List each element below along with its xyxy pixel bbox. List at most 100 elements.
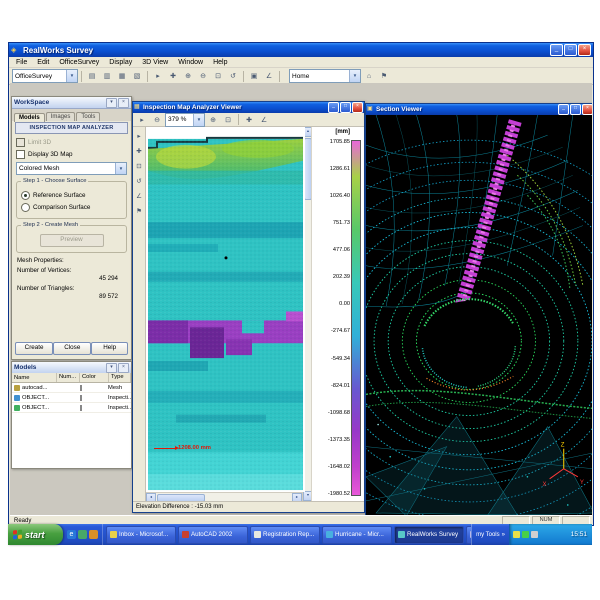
pin-icon[interactable]: ▾ bbox=[106, 363, 117, 373]
flag-icon[interactable]: ⚑ bbox=[377, 69, 391, 83]
task-button-hurricane[interactable]: Hurricane - Micr... bbox=[322, 526, 392, 544]
close-icon[interactable]: × bbox=[118, 363, 129, 373]
close-icon[interactable]: × bbox=[118, 98, 129, 108]
create-button[interactable]: Create bbox=[15, 342, 53, 355]
save-icon[interactable]: ▥ bbox=[100, 69, 114, 83]
column-num[interactable]: Num... bbox=[57, 373, 80, 382]
toolbar-separator bbox=[243, 71, 244, 82]
preview-button[interactable]: Preview bbox=[40, 234, 104, 247]
select-icon[interactable]: ▸ bbox=[133, 129, 146, 142]
task-button-inbox[interactable]: Inbox - Microsof... bbox=[106, 526, 176, 544]
map-side-toolbar: ▸ ✚ ⊡ ↺ ∠ ⚑ bbox=[133, 127, 146, 501]
maximize-icon[interactable]: □ bbox=[564, 44, 577, 56]
grid-icon[interactable]: ▦ bbox=[115, 69, 129, 83]
menu-help[interactable]: Help bbox=[208, 59, 232, 66]
zoom-fit-icon[interactable]: ⊡ bbox=[221, 113, 235, 127]
camera-icon[interactable]: ▣ bbox=[247, 69, 261, 83]
close-icon[interactable]: × bbox=[582, 104, 592, 115]
section-3d-canvas[interactable]: Z X Y bbox=[366, 115, 592, 515]
pan-icon[interactable]: ✚ bbox=[242, 113, 256, 127]
chevron-down-icon[interactable]: ▼ bbox=[115, 163, 126, 174]
measure-icon[interactable]: ∠ bbox=[133, 189, 146, 202]
table-row[interactable]: OBJECT... Inspecti... bbox=[12, 393, 131, 403]
chevron-down-icon[interactable]: ▼ bbox=[193, 114, 204, 126]
column-type[interactable]: Type bbox=[109, 373, 131, 382]
column-color[interactable]: Color bbox=[80, 373, 109, 382]
horizontal-scrollbar[interactable]: ◄ ► bbox=[146, 492, 302, 501]
clock: 15:51 bbox=[571, 531, 589, 538]
select-icon[interactable]: ▸ bbox=[151, 69, 165, 83]
menu-officesurvey[interactable]: OfficeSurvey bbox=[54, 59, 104, 66]
menu-3dview[interactable]: 3D View bbox=[137, 59, 173, 66]
screenshot-canvas: ◈ RealWorks Survey _ □ × File Edit Offic… bbox=[0, 0, 600, 600]
app-titlebar[interactable]: ◈ RealWorks Survey _ □ × bbox=[9, 43, 593, 57]
zoom-combo[interactable]: 379 % ▼ bbox=[165, 113, 205, 127]
tray-network-icon[interactable] bbox=[522, 531, 529, 538]
map-analyzer-titlebar[interactable]: ▦ Inspection Map Analyzer Viewer _ □ × bbox=[133, 102, 364, 113]
display-3d-map-checkbox[interactable] bbox=[16, 150, 25, 159]
comparison-surface-radio[interactable] bbox=[21, 203, 30, 212]
minimize-icon[interactable]: _ bbox=[558, 104, 569, 115]
start-button[interactable]: start bbox=[8, 524, 63, 545]
chevron-down-icon[interactable]: ▼ bbox=[349, 70, 360, 82]
pan-icon[interactable]: ✚ bbox=[166, 69, 180, 83]
mode-combo[interactable]: OfficeSurvey ▼ bbox=[12, 69, 78, 83]
mail-icon[interactable] bbox=[89, 530, 98, 539]
rotate-icon[interactable]: ↺ bbox=[226, 69, 240, 83]
zoom-out-icon[interactable]: ⊖ bbox=[196, 69, 210, 83]
task-label: Hurricane - Micr... bbox=[335, 531, 384, 538]
close-icon[interactable]: × bbox=[578, 44, 591, 56]
task-button-realworks[interactable]: RealWorks Survey bbox=[394, 526, 464, 544]
workspace-panel-header[interactable]: WorkSpace ▾ × bbox=[12, 97, 131, 109]
inspection-map-canvas[interactable]: 1208.00 mm bbox=[146, 127, 305, 492]
home-icon[interactable]: ⌂ bbox=[362, 69, 376, 83]
view-combo[interactable]: Home ▼ bbox=[289, 69, 361, 83]
model-type-icon bbox=[14, 385, 20, 391]
close-button[interactable]: Close bbox=[53, 342, 91, 355]
zoom-in-icon[interactable]: ⊕ bbox=[181, 69, 195, 83]
reference-surface-radio[interactable] bbox=[21, 191, 30, 200]
open-icon[interactable]: ▤ bbox=[85, 69, 99, 83]
minimize-icon[interactable]: _ bbox=[550, 44, 563, 56]
measure-icon[interactable]: ∠ bbox=[262, 69, 276, 83]
menu-edit[interactable]: Edit bbox=[32, 59, 54, 66]
maximize-icon[interactable]: □ bbox=[340, 102, 351, 113]
toolbar-separator bbox=[147, 71, 148, 82]
tray-status-icon[interactable] bbox=[513, 531, 520, 538]
measure-icon[interactable]: ∠ bbox=[257, 113, 271, 127]
section-viewer-titlebar[interactable]: ▣ Section Viewer _ □ × bbox=[366, 104, 592, 115]
pan-icon[interactable]: ✚ bbox=[133, 144, 146, 157]
zoom-fit-icon[interactable]: ⊡ bbox=[211, 69, 225, 83]
mesh-mode-dropdown[interactable]: Colored Mesh ▼ bbox=[16, 162, 127, 175]
task-button-registration[interactable]: Registration Rep... bbox=[250, 526, 320, 544]
rotate-icon[interactable]: ↺ bbox=[133, 174, 146, 187]
menu-file[interactable]: File bbox=[11, 59, 32, 66]
zoom-out-icon[interactable]: ⊖ bbox=[150, 113, 164, 127]
layers-icon[interactable]: ▧ bbox=[130, 69, 144, 83]
desktop-icon[interactable] bbox=[78, 530, 87, 539]
toolbar-separator bbox=[238, 114, 239, 125]
select-icon[interactable]: ▸ bbox=[135, 113, 149, 127]
browser-icon[interactable]: e bbox=[67, 530, 76, 539]
table-row[interactable]: autocad... Mesh bbox=[12, 383, 131, 393]
maximize-icon[interactable]: □ bbox=[570, 104, 581, 115]
menu-window[interactable]: Window bbox=[173, 59, 208, 66]
zoom-fit-icon[interactable]: ⊡ bbox=[133, 159, 146, 172]
system-tray: 15:51 bbox=[509, 524, 592, 545]
zoom-in-icon[interactable]: ⊕ bbox=[206, 113, 220, 127]
column-name[interactable]: Name bbox=[12, 373, 57, 382]
mytools-toolbar[interactable]: my Tools » bbox=[471, 524, 509, 545]
close-icon[interactable]: × bbox=[352, 102, 363, 113]
flag-icon[interactable]: ⚑ bbox=[133, 204, 146, 217]
pin-icon[interactable]: ▾ bbox=[106, 98, 117, 108]
limit-3d-checkbox[interactable] bbox=[16, 138, 25, 147]
overflow-icon[interactable]: » bbox=[502, 532, 505, 538]
step2-title: Step 2 - Create Mesh bbox=[21, 222, 80, 228]
menu-display[interactable]: Display bbox=[104, 59, 137, 66]
minimize-icon[interactable]: _ bbox=[328, 102, 339, 113]
task-button-autocad[interactable]: AutoCAD 2002 bbox=[178, 526, 248, 544]
table-row[interactable]: OBJECT... Inspecti... bbox=[12, 403, 131, 413]
chevron-down-icon[interactable]: ▼ bbox=[66, 70, 77, 82]
help-button[interactable]: Help bbox=[91, 342, 128, 355]
tray-volume-icon[interactable] bbox=[531, 531, 538, 538]
